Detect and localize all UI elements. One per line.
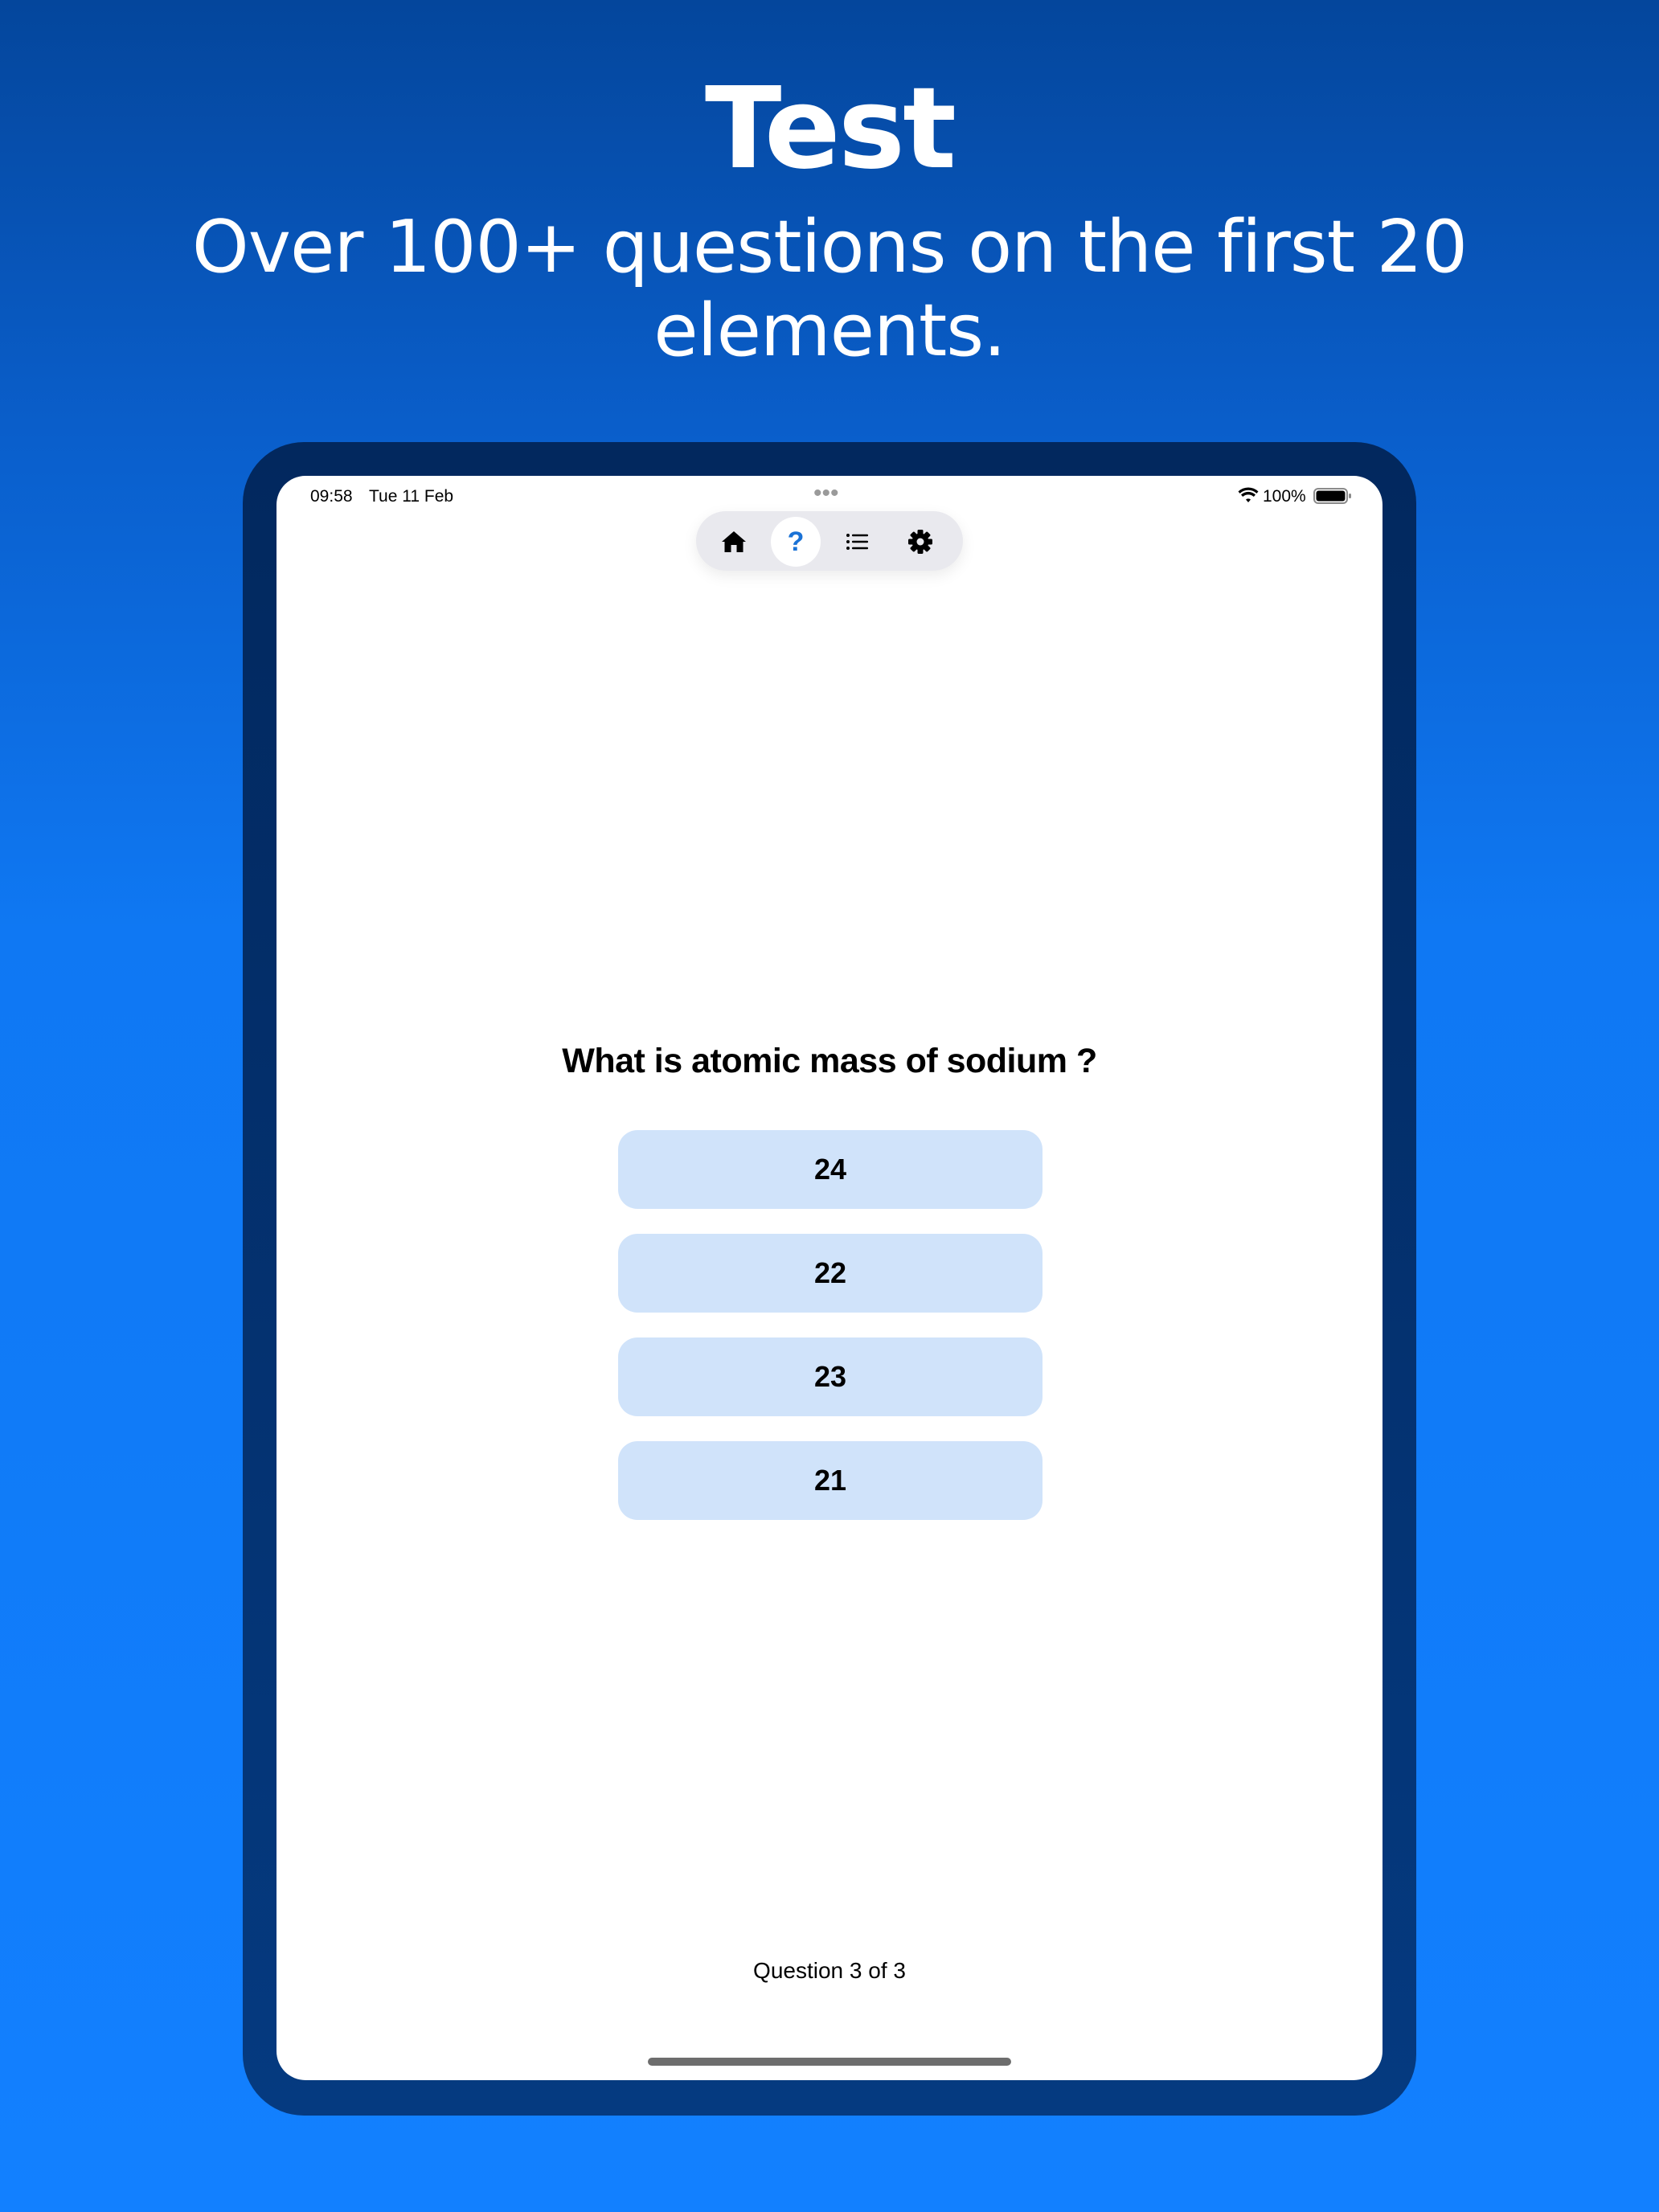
answer-button-3[interactable]: 23: [618, 1337, 1043, 1416]
tab-bar: ?: [696, 511, 963, 571]
question-text: What is atomic mass of sodium ?: [562, 1042, 1097, 1080]
gear-icon: [908, 530, 932, 554]
app-screen: 09:58 Tue 11 Feb ••• 100% ? What is atom…: [276, 476, 1382, 2080]
multitasking-dots-icon[interactable]: •••: [813, 481, 839, 506]
status-date: Tue 11 Feb: [369, 487, 454, 506]
question-mark-icon: ?: [787, 526, 805, 557]
hero-subtitle: Over 100+ questions on the first 20 elem…: [191, 205, 1468, 373]
tab-quiz[interactable]: ?: [771, 517, 821, 567]
answer-button-2[interactable]: 22: [618, 1234, 1043, 1313]
home-icon: [722, 531, 746, 552]
tab-home[interactable]: [709, 517, 759, 567]
hero-title: Test: [704, 63, 956, 195]
tab-list[interactable]: [833, 517, 883, 567]
question-progress: Question 3 of 3: [753, 1958, 906, 1983]
battery-percentage: 100%: [1263, 487, 1306, 506]
tab-settings[interactable]: [895, 517, 945, 567]
list-icon: [846, 534, 868, 550]
status-time: 09:58: [310, 487, 353, 506]
wifi-icon: [1238, 487, 1259, 502]
answer-button-1[interactable]: 24: [618, 1130, 1043, 1209]
home-indicator[interactable]: [648, 2058, 1011, 2066]
tablet-frame: 09:58 Tue 11 Feb ••• 100% ? What is atom…: [243, 442, 1416, 2116]
answer-button-4[interactable]: 21: [618, 1441, 1043, 1520]
battery-icon: [1313, 488, 1351, 504]
